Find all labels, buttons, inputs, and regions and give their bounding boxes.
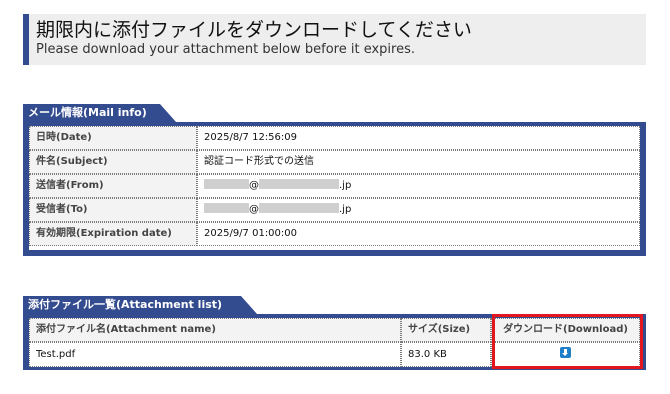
subject-label: 件名(Subject) xyxy=(29,150,197,174)
attachment-list-panel: 添付ファイル名(Attachment name) サイズ(Size) ダウンロー… xyxy=(23,314,646,370)
mail-info-title: メール情報(Mail info) xyxy=(28,106,147,119)
from-domain-suffix: .jp xyxy=(339,180,352,191)
subject-row: 件名(Subject) 認証コード形式での送信 xyxy=(29,150,640,174)
mail-info-tab: メール情報(Mail info) xyxy=(23,104,176,122)
page-subtitle: Please download your attachment below be… xyxy=(36,42,415,57)
from-label: 送信者(From) xyxy=(29,174,197,198)
from-row: 送信者(From) @ .jp xyxy=(29,174,640,198)
attachment-download-cell[interactable] xyxy=(491,342,640,367)
redacted-domain xyxy=(259,203,339,213)
attachment-size-header: サイズ(Size) xyxy=(401,318,491,342)
to-label: 受信者(To) xyxy=(29,198,197,222)
attachment-list-title: 添付ファイル一覧(Attachment list) xyxy=(28,298,223,311)
mail-info-table: 日時(Date) 2025/8/7 12:56:09 件名(Subject) 認… xyxy=(29,126,640,246)
download-icon[interactable] xyxy=(560,347,571,358)
redacted-username xyxy=(204,203,249,213)
redacted-domain xyxy=(259,179,339,189)
attachment-table: 添付ファイル名(Attachment name) サイズ(Size) ダウンロー… xyxy=(29,318,640,367)
page-header: 期限内に添付ファイルをダウンロードしてください Please download … xyxy=(23,14,646,65)
redacted-username xyxy=(204,179,249,189)
expiration-row: 有効期限(Expiration date) 2025/9/7 01:00:00 xyxy=(29,222,640,246)
page-title: 期限内に添付ファイルをダウンロードしてください xyxy=(36,19,472,41)
attachment-download-header: ダウンロード(Download) xyxy=(491,318,640,342)
expiration-label: 有効期限(Expiration date) xyxy=(29,222,197,246)
from-value: @ .jp xyxy=(197,174,640,198)
date-value: 2025/8/7 12:56:09 xyxy=(197,126,640,150)
header-accent-bar xyxy=(23,14,29,65)
mail-info-panel: 日時(Date) 2025/8/7 12:56:09 件名(Subject) 認… xyxy=(23,122,646,256)
attachment-name-header: 添付ファイル名(Attachment name) xyxy=(29,318,401,342)
to-at-sign: @ xyxy=(249,204,259,215)
attachment-file-name: Test.pdf xyxy=(29,342,401,367)
date-row: 日時(Date) 2025/8/7 12:56:09 xyxy=(29,126,640,150)
attachment-file-size: 83.0 KB xyxy=(401,342,491,367)
date-label: 日時(Date) xyxy=(29,126,197,150)
expiration-value: 2025/9/7 01:00:00 xyxy=(197,222,640,246)
to-domain-suffix: .jp xyxy=(339,204,352,215)
from-at-sign: @ xyxy=(249,180,259,191)
attachment-list-tab: 添付ファイル一覧(Attachment list) xyxy=(23,296,257,314)
attachment-header-row: 添付ファイル名(Attachment name) サイズ(Size) ダウンロー… xyxy=(29,318,640,342)
to-value: @ .jp xyxy=(197,198,640,222)
subject-value: 認証コード形式での送信 xyxy=(197,150,640,174)
attachment-row: Test.pdf 83.0 KB xyxy=(29,342,640,367)
to-row: 受信者(To) @ .jp xyxy=(29,198,640,222)
